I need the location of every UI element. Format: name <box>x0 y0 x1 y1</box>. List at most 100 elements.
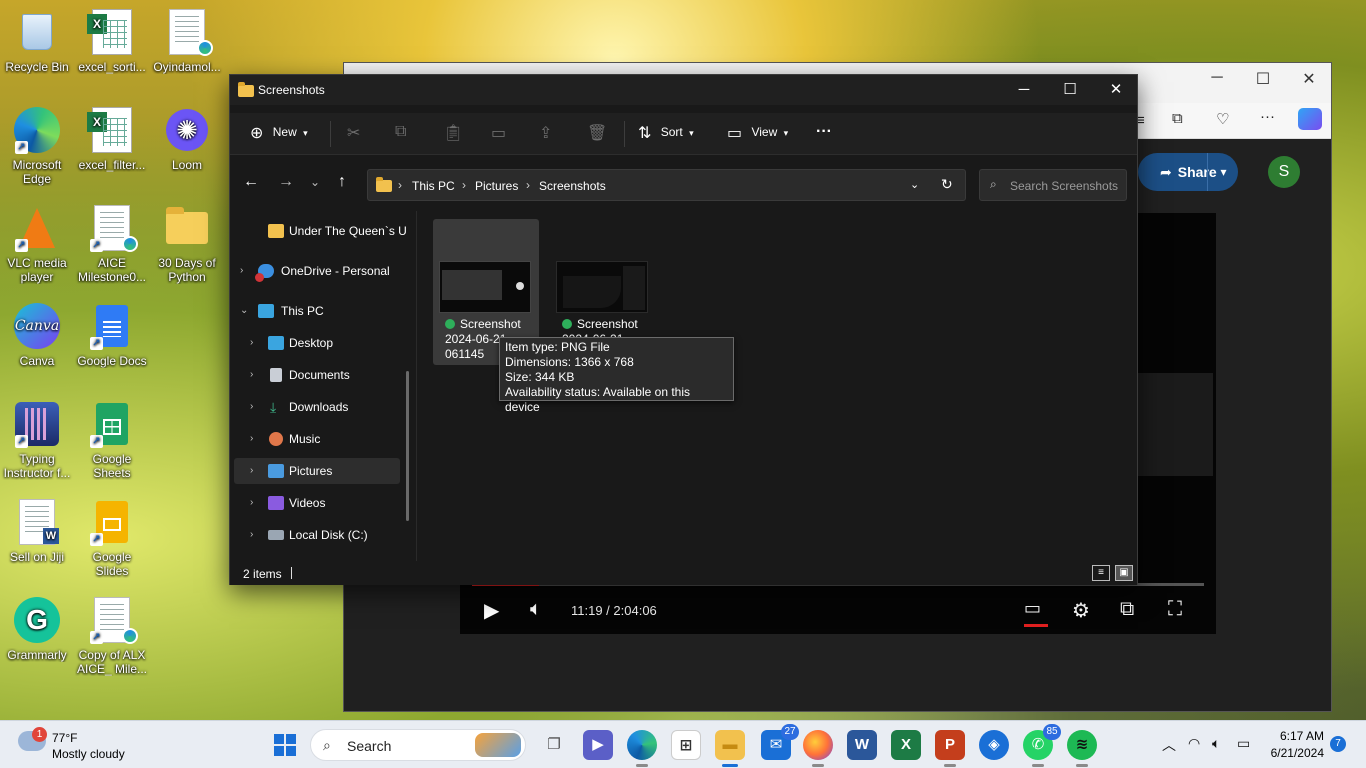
cut-icon[interactable]: ✂ <box>347 123 360 143</box>
minimize-button[interactable]: ─ <box>1001 75 1047 105</box>
pane-divider[interactable] <box>416 211 417 561</box>
settings-gear-icon[interactable]: ⚙ <box>1072 598 1090 623</box>
desktop-icon-sell-on-jiji[interactable]: W Sell on Jiji <box>0 498 74 564</box>
taskbar-search[interactable]: ⌕ Search <box>310 729 526 761</box>
refresh-icon[interactable]: ↻ <box>941 176 953 193</box>
video-time: 11:19 / 2:04:06 <box>571 603 657 618</box>
nav-item-music[interactable]: › Music <box>234 426 400 452</box>
up-arrow-icon[interactable]: ↑ <box>338 173 346 191</box>
word-icon[interactable]: W <box>847 730 877 760</box>
wifi-icon[interactable]: ◠ <box>1188 735 1200 752</box>
collections-icon[interactable]: ⧉ <box>1172 110 1183 127</box>
powerpoint-icon[interactable]: P <box>935 730 965 767</box>
search-box[interactable]: ⌕ <box>979 169 1127 201</box>
browser-minimize-button[interactable]: ─ <box>1194 69 1240 87</box>
miniplayer-icon[interactable]: ⧉ <box>1120 598 1134 621</box>
forward-arrow-icon[interactable]: → <box>278 173 294 191</box>
browser-menu-icon[interactable]: ··· <box>1260 108 1275 125</box>
desktop-icon-30-days-python[interactable]: 30 Days of Python <box>150 204 224 284</box>
desktop-icon-google-slides[interactable]: ↗ Google Slides <box>75 498 149 578</box>
show-hidden-icons-chevron-icon[interactable]: ︿ <box>1162 735 1176 755</box>
start-button[interactable] <box>270 730 300 760</box>
share-dropdown-button[interactable]: ▾ <box>1207 153 1239 191</box>
breadcrumb-this-pc[interactable]: This PC <box>412 179 455 193</box>
search-input[interactable] <box>1010 177 1122 195</box>
nav-item-this-pc[interactable]: ⌄ This PC <box>234 298 400 324</box>
speaker-icon[interactable]: 🔈︎ <box>1212 735 1220 752</box>
safari-compass-icon[interactable]: ◈ <box>979 730 1009 760</box>
share-icon[interactable]: ⇪ <box>539 123 552 143</box>
google-sheets-icon: ↗ <box>88 400 136 448</box>
desktop-icon-loom[interactable]: ✺ Loom <box>150 106 224 172</box>
desktop-icon-oyindamola[interactable]: Oyindamol... <box>150 8 224 74</box>
browser-essentials-icon[interactable]: ♡ <box>1216 110 1229 128</box>
breadcrumb-screenshots[interactable]: Screenshots <box>539 179 606 193</box>
desktop-icon-grammarly[interactable]: G Grammarly <box>0 596 74 662</box>
desktop-icon-google-sheets[interactable]: ↗ Google Sheets <box>75 400 149 480</box>
chevron-right-icon: › <box>240 265 244 276</box>
address-bar[interactable]: › This PC › Pictures › Screenshots ⌄ ↻ <box>367 169 966 201</box>
delete-icon[interactable]: 🗑︎ <box>587 123 607 143</box>
firefox-icon[interactable] <box>803 730 833 767</box>
recent-locations-chevron-icon[interactable]: ⌄ <box>310 175 320 189</box>
desktop-icon-excel-filter[interactable]: X excel_filter... <box>75 106 149 172</box>
copy-icon[interactable]: ⧉ <box>395 123 406 141</box>
outlook-icon[interactable]: ✉ 27 <box>761 724 799 760</box>
nav-scrollbar[interactable] <box>406 371 409 521</box>
paste-icon[interactable]: 📋︎ <box>443 123 463 143</box>
desktop-icon-excel-sorting[interactable]: X excel_sorti... <box>75 8 149 74</box>
more-options-button[interactable]: ··· <box>816 123 832 141</box>
folder-icon <box>163 204 211 252</box>
copilot-icon[interactable] <box>1298 108 1322 130</box>
volume-icon[interactable]: 🔈︎ <box>530 598 542 621</box>
sort-button[interactable]: ⇅ Sort ▾ <box>638 123 694 143</box>
taskbar-clock[interactable]: 6:17 AM 6/21/2024 <box>1266 728 1324 762</box>
avatar[interactable]: S <box>1268 156 1300 188</box>
address-history-chevron-icon[interactable]: ⌄ <box>910 178 919 191</box>
fullscreen-icon[interactable]: ⛶ <box>1168 598 1182 621</box>
breadcrumb-pictures[interactable]: Pictures <box>475 179 518 193</box>
view-button[interactable]: ▭ View ▾ <box>727 123 788 143</box>
browser-maximize-button[interactable]: ☐ <box>1240 69 1286 89</box>
folder-icon <box>376 177 392 192</box>
spotify-icon[interactable]: ≋ <box>1067 730 1097 767</box>
maximize-button[interactable]: ☐ <box>1047 75 1093 105</box>
browser-close-button[interactable]: ✕ <box>1286 69 1332 89</box>
close-button[interactable]: ✕ <box>1093 75 1139 105</box>
address-row: ← → ⌄ ↑ › This PC › Pictures › Screensho… <box>230 163 1137 203</box>
excel-icon[interactable]: X <box>891 730 921 760</box>
teams-meet-icon[interactable]: ▶ <box>583 730 613 760</box>
microsoft-store-icon[interactable]: ⊞ <box>671 730 701 760</box>
desktop-icon-copy-of-alx[interactable]: ↗ Copy of ALX AICE_ Mile... <box>75 596 149 676</box>
subtitles-icon[interactable]: ▭ <box>1024 598 1048 627</box>
outlook-badge: 27 <box>781 724 799 740</box>
desktop-icon-google-docs[interactable]: ↗ Google Docs <box>75 302 149 368</box>
search-icon: ⌕ <box>323 737 331 753</box>
desktop-icon-aice-milestone[interactable]: ↗ AICE Milestone0... <box>75 204 149 284</box>
battery-icon[interactable]: ▭ <box>1237 735 1250 752</box>
rename-icon[interactable]: ▭ <box>491 123 506 143</box>
nav-item-documents[interactable]: › Documents <box>234 362 400 388</box>
file-explorer-icon[interactable]: ▬ <box>715 730 745 767</box>
desktop-icon-vlc[interactable]: ↗ VLC media player <box>0 204 74 284</box>
notification-badge[interactable]: 7 <box>1330 736 1346 752</box>
desktop-icon-microsoft-edge[interactable]: ↗ Microsoft Edge <box>0 106 74 186</box>
new-button[interactable]: ⊕ New ▾ <box>250 123 308 143</box>
tiles-view-icon[interactable]: ▣ <box>1115 565 1133 581</box>
nav-item-pictures[interactable]: › Pictures <box>234 458 400 484</box>
nav-item-local-disk[interactable]: › Local Disk (C:) <box>234 522 400 548</box>
nav-item-downloads[interactable]: › ⤓ Downloads <box>234 394 400 420</box>
nav-item-desktop[interactable]: › Desktop <box>234 330 400 356</box>
desktop-icon-canva[interactable]: Canva Canva <box>0 302 74 368</box>
task-view-icon[interactable]: ❐ <box>539 730 569 760</box>
play-icon[interactable]: ▶ <box>484 598 499 623</box>
edge-icon[interactable] <box>627 730 657 767</box>
details-view-icon[interactable]: ≡ <box>1092 565 1110 581</box>
nav-item-onedrive[interactable]: › OneDrive - Personal <box>234 258 400 284</box>
desktop-icon-recycle-bin[interactable]: Recycle Bin <box>0 8 74 74</box>
whatsapp-icon[interactable]: ✆ 85 <box>1023 724 1061 767</box>
nav-item-under-the-queens[interactable]: Under The Queen`s U <box>234 218 407 244</box>
nav-item-videos[interactable]: › Videos <box>234 490 400 516</box>
desktop-icon-typing-instructor[interactable]: ↗ Typing Instructor f... <box>0 400 74 480</box>
back-arrow-icon[interactable]: ← <box>243 173 259 191</box>
